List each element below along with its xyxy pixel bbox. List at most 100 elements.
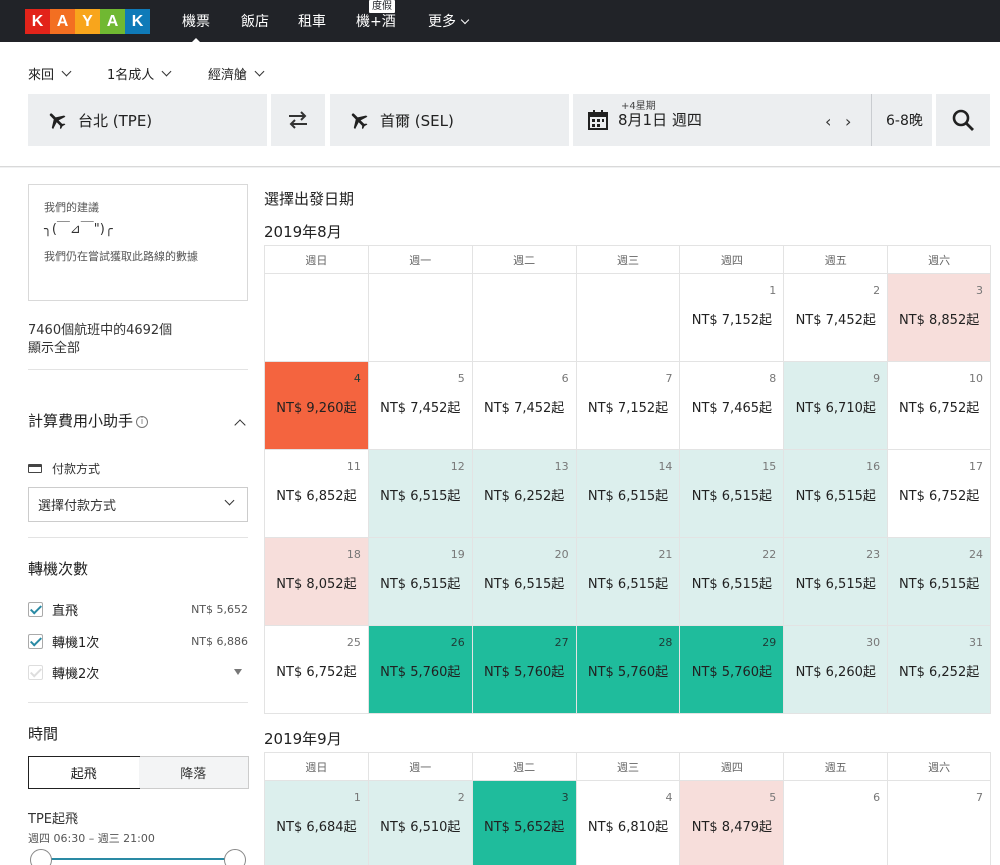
nav-cars[interactable]: 租車 — [298, 11, 326, 31]
next-date-icon[interactable]: › — [845, 112, 851, 131]
weekday-header: 週日 週一 週二 週三 週四 週五 週六 — [265, 753, 992, 781]
swap-button[interactable] — [271, 94, 325, 146]
day-cell[interactable]: 4 NT$ 6,810起 — [576, 781, 681, 865]
day-cell[interactable]: 7 — [888, 781, 992, 865]
day-cell[interactable]: 17 NT$ 6,752起 — [888, 450, 992, 538]
day-cell[interactable]: 13 NT$ 6,252起 — [472, 450, 577, 538]
day-cell[interactable]: 23 NT$ 6,515起 — [784, 538, 889, 626]
day-cell[interactable]: 6 — [784, 781, 889, 865]
payment-method-select[interactable]: 選擇付款方式 — [28, 487, 248, 522]
day-cell[interactable]: 14 NT$ 6,515起 — [576, 450, 681, 538]
chevron-up-icon[interactable] — [234, 419, 246, 431]
day-cell[interactable]: 11 NT$ 6,852起 — [265, 450, 369, 538]
cabin-label: 經濟艙 — [208, 68, 248, 83]
origin-field[interactable]: 台北 (TPE) — [28, 94, 267, 146]
day-cell[interactable]: 1 NT$ 6,684起 — [265, 781, 369, 865]
chevron-down-icon — [460, 15, 470, 24]
day-number: 3 — [976, 284, 984, 297]
date-field[interactable]: +4星期 8月1日 週四 ‹ › 6-8晚 — [573, 94, 932, 146]
search-icon — [952, 109, 974, 131]
day-price: NT$ 5,760起 — [587, 665, 669, 680]
payment-method-label: 付款方式 — [52, 462, 101, 476]
cabin-dropdown[interactable]: 經濟艙 — [208, 64, 265, 83]
day-number: 9 — [873, 372, 881, 385]
fee-calculator-title[interactable]: 計算費用小助手 i — [28, 410, 149, 431]
calendar-week: 1 NT$ 7,152起 2 NT$ 7,452起 3 NT$ 8,852起 — [265, 274, 992, 362]
empty-day-cell — [472, 274, 577, 362]
day-cell[interactable]: 12 NT$ 6,515起 — [368, 450, 473, 538]
day-cell[interactable]: 3 NT$ 8,852起 — [888, 274, 992, 362]
day-cell[interactable]: 15 NT$ 6,515起 — [680, 450, 785, 538]
filter-icon[interactable] — [234, 669, 242, 675]
destination-field[interactable]: 首爾 (SEL) — [330, 94, 569, 146]
day-cell[interactable]: 24 NT$ 6,515起 — [888, 538, 992, 626]
time-range: 週四 06:30 – 週三 21:00 — [28, 832, 155, 845]
day-cell[interactable]: 27 NT$ 5,760起 — [472, 626, 577, 714]
day-price: NT$ 6,515起 — [795, 577, 876, 592]
day-cell[interactable]: 1 NT$ 7,152起 — [680, 274, 785, 362]
nav-packages[interactable]: 機+酒 — [356, 11, 396, 31]
day-price: NT$ 8,479起 — [691, 820, 773, 835]
weekday-label: 週六 — [888, 246, 992, 274]
search-button[interactable] — [936, 94, 990, 146]
travelers-dropdown[interactable]: 1名成人 — [107, 64, 172, 83]
day-cell[interactable]: 26 NT$ 5,760起 — [368, 626, 473, 714]
nav-flights[interactable]: 機票 — [182, 11, 210, 45]
day-cell[interactable]: 3 NT$ 5,652起 — [472, 781, 577, 865]
day-cell[interactable]: 18 NT$ 8,052起 — [265, 538, 369, 626]
day-price: NT$ 6,515起 — [380, 489, 461, 504]
origin-value: 台北 (TPE) — [78, 111, 153, 130]
day-cell[interactable]: 21 NT$ 6,515起 — [576, 538, 681, 626]
day-cell[interactable]: 19 NT$ 6,515起 — [368, 538, 473, 626]
trip-type-dropdown[interactable]: 來回 — [28, 64, 72, 83]
day-cell[interactable]: 22 NT$ 6,515起 — [680, 538, 785, 626]
rec-title: 我們的建議 — [44, 201, 99, 214]
prev-date-icon[interactable]: ‹ — [825, 112, 831, 131]
day-cell[interactable]: 6 NT$ 7,452起 — [472, 362, 577, 450]
day-cell[interactable]: 8 NT$ 7,465起 — [680, 362, 785, 450]
day-cell[interactable]: 9 NT$ 6,710起 — [784, 362, 889, 450]
day-cell[interactable]: 29 NT$ 5,760起 — [680, 626, 785, 714]
fee-calculator-label: 計算費用小助手 — [28, 412, 134, 430]
day-cell[interactable]: 5 NT$ 7,452起 — [368, 362, 473, 450]
stop-label: 轉機1次 — [52, 635, 100, 651]
day-cell[interactable]: 4 NT$ 9,260起 — [265, 362, 369, 450]
day-cell[interactable]: 2 NT$ 7,452起 — [784, 274, 889, 362]
day-cell[interactable]: 20 NT$ 6,515起 — [472, 538, 577, 626]
stop-row-1stop[interactable]: 轉機1次 NT$ 6,886 — [28, 631, 248, 651]
kayak-logo[interactable]: KAYAK — [25, 9, 150, 34]
slider-handle-end[interactable] — [224, 849, 246, 865]
day-cell[interactable]: 10 NT$ 6,752起 — [888, 362, 992, 450]
day-number: 7 — [665, 372, 673, 385]
day-cell[interactable]: 28 NT$ 5,760起 — [576, 626, 681, 714]
nights-selector[interactable]: 6-8晚 — [871, 94, 923, 146]
show-all-link[interactable]: 顯示全部 — [28, 337, 80, 356]
day-price: NT$ 5,652起 — [484, 820, 565, 835]
info-icon[interactable]: i — [136, 415, 149, 428]
day-number: 1 — [769, 284, 777, 297]
day-cell[interactable]: 16 NT$ 6,515起 — [784, 450, 889, 538]
nav-hotels[interactable]: 飯店 — [241, 11, 269, 31]
day-price: NT$ 9,260起 — [276, 401, 357, 416]
stop-row-nonstop[interactable]: 直飛 NT$ 5,652 — [28, 599, 248, 619]
day-cell[interactable]: 30 NT$ 6,260起 — [784, 626, 889, 714]
day-cell[interactable]: 25 NT$ 6,752起 — [265, 626, 369, 714]
time-slider-track[interactable] — [40, 858, 235, 860]
nav-more[interactable]: 更多 — [428, 11, 470, 31]
day-price: NT$ 6,515起 — [380, 577, 461, 592]
nonstop-checkbox[interactable] — [28, 601, 43, 617]
tab-depart[interactable]: 起飛 — [28, 756, 140, 789]
tab-arrive[interactable]: 降落 — [138, 757, 248, 788]
two-stops-checkbox[interactable] — [28, 664, 43, 680]
day-cell[interactable]: 7 NT$ 7,152起 — [576, 362, 681, 450]
day-cell[interactable]: 31 NT$ 6,252起 — [888, 626, 992, 714]
day-cell[interactable]: 2 NT$ 6,510起 — [368, 781, 473, 865]
one-stop-checkbox[interactable] — [28, 633, 43, 649]
day-number: 10 — [969, 372, 984, 385]
logo-letter: Y — [75, 9, 100, 34]
stop-row-2stops[interactable]: 轉機2次 — [28, 662, 248, 682]
tpe-depart-label: TPE起飛 — [28, 812, 78, 827]
slider-handle-start[interactable] — [30, 849, 52, 865]
day-price: NT$ 7,152起 — [587, 401, 669, 416]
day-cell[interactable]: 5 NT$ 8,479起 — [680, 781, 785, 865]
